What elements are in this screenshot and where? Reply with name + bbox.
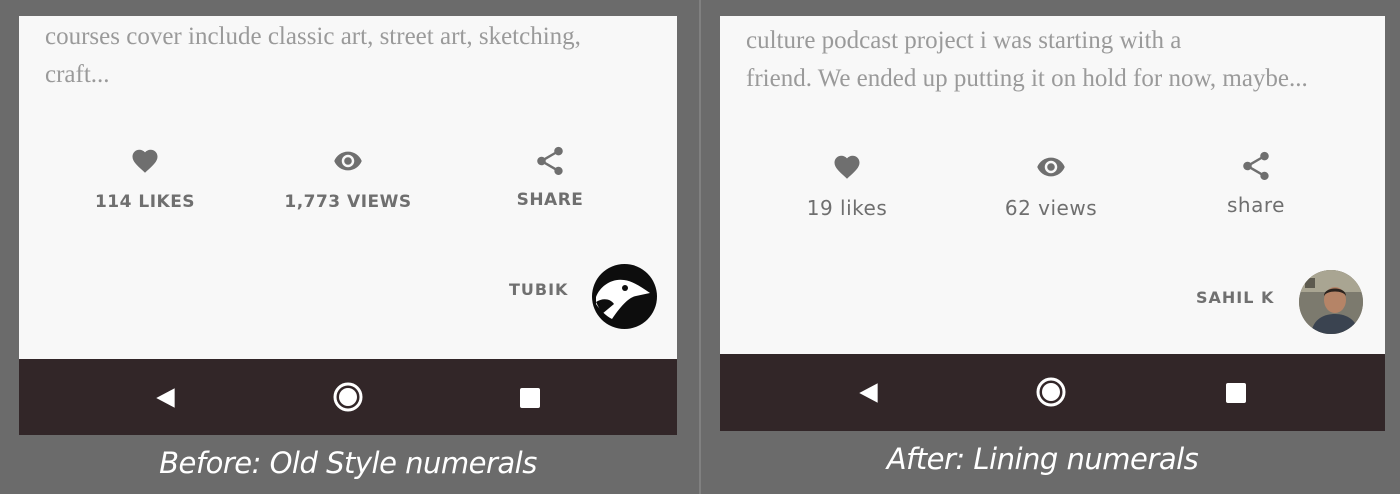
back-button[interactable] — [153, 385, 179, 416]
android-nav-bar — [19, 359, 677, 435]
excerpt-line: friend. We ended up putting it on hold f… — [746, 65, 1308, 92]
profile-photo-icon — [1299, 270, 1363, 334]
panel-divider — [699, 0, 701, 494]
eye-icon — [1037, 157, 1065, 177]
share-icon — [1243, 151, 1269, 181]
likes-count: 114 LIKES — [94, 192, 196, 212]
share-label: SHARE — [516, 190, 584, 210]
views-count: 1,773 VIEWS — [284, 192, 412, 212]
likes-button[interactable]: 19 likes — [747, 152, 947, 220]
heart-icon — [132, 149, 158, 173]
likes-button[interactable]: 114 LIKES — [45, 146, 245, 212]
recents-button[interactable] — [519, 387, 541, 414]
author-name[interactable]: TUBIK — [509, 280, 568, 299]
home-circle-icon — [1036, 377, 1066, 407]
post-excerpt[interactable]: courses cover include classic art, stree… — [45, 18, 657, 94]
post-card: courses cover include classic art, stree… — [19, 16, 677, 359]
recents-square-icon — [1226, 383, 1246, 403]
share-button[interactable]: SHARE — [450, 144, 650, 210]
back-triangle-icon — [859, 383, 878, 403]
share-icon — [537, 146, 563, 176]
avatar[interactable] — [592, 264, 657, 329]
author-name[interactable]: SAHIL K — [1196, 288, 1274, 307]
views-count: 62 views — [1004, 196, 1098, 220]
android-nav-bar — [720, 354, 1385, 431]
back-triangle-icon — [156, 388, 175, 408]
excerpt-line: culture podcast project i was starting w… — [746, 27, 1182, 54]
post-card: culture podcast project i was starting w… — [720, 16, 1385, 354]
recents-button[interactable] — [1225, 382, 1247, 409]
avatar[interactable] — [1299, 270, 1363, 334]
home-circle-icon — [333, 382, 363, 412]
views-button[interactable]: 62 views — [951, 152, 1151, 220]
excerpt-line: courses cover include classic art, stree… — [45, 23, 581, 50]
share-label: share — [1227, 193, 1285, 217]
excerpt-line: craft... — [45, 61, 110, 88]
likes-count: 19 likes — [806, 196, 888, 220]
eye-icon — [334, 151, 362, 171]
post-excerpt[interactable]: culture podcast project i was starting w… — [746, 22, 1365, 98]
home-button[interactable] — [1035, 376, 1067, 413]
back-button[interactable] — [856, 380, 882, 411]
home-button[interactable] — [332, 381, 364, 418]
recents-square-icon — [520, 388, 540, 408]
after-caption: After: Lining numerals — [886, 442, 1199, 476]
share-button[interactable]: share — [1156, 149, 1356, 217]
bird-logo-icon — [596, 279, 650, 319]
before-caption: Before: Old Style numerals — [159, 446, 537, 480]
views-button[interactable]: 1,773 VIEWS — [248, 146, 448, 212]
heart-icon — [834, 155, 860, 179]
